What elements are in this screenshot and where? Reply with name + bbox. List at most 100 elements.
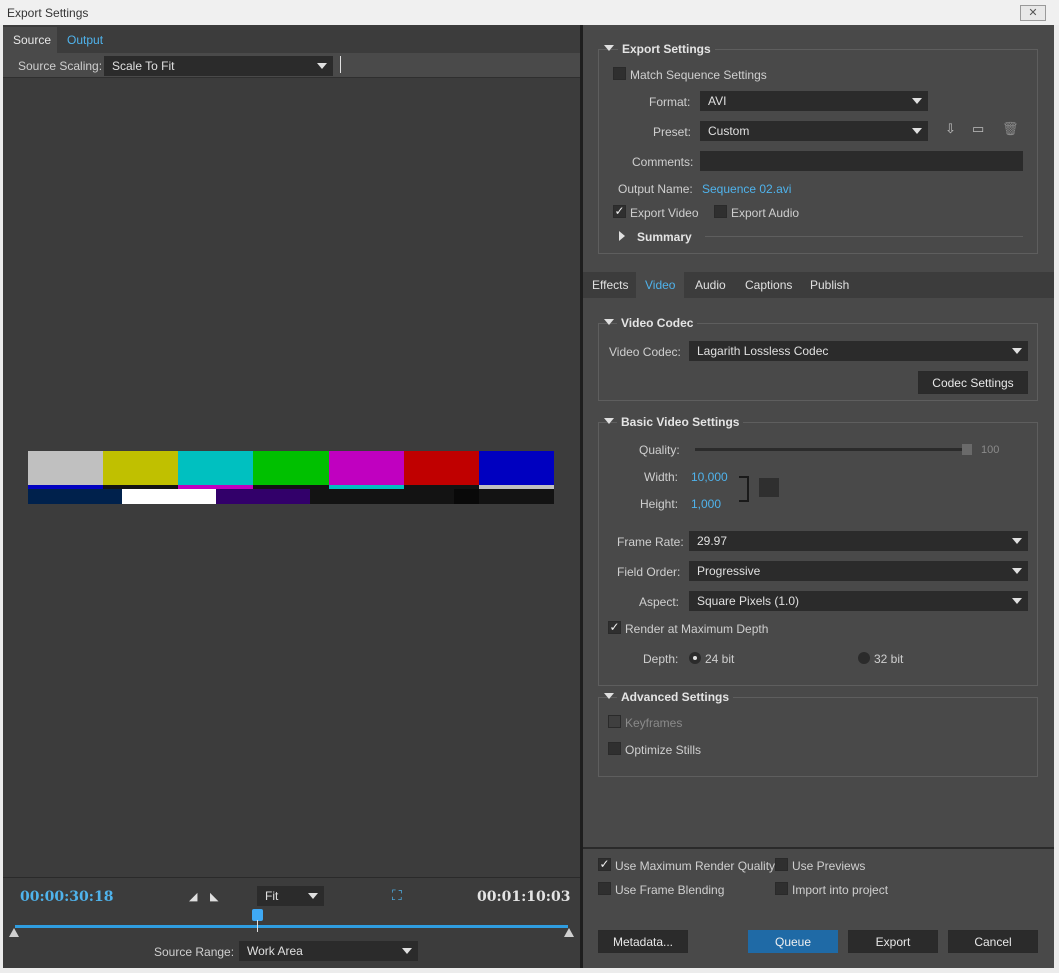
max-render-quality-checkbox[interactable]: ✓ bbox=[598, 858, 611, 871]
frame-blending-label: Use Frame Blending bbox=[615, 883, 725, 897]
depth-24-label: 24 bit bbox=[705, 652, 735, 666]
chain-link-toggle[interactable] bbox=[759, 478, 779, 497]
in-point-marker[interactable] bbox=[9, 928, 19, 937]
chevron-down-icon bbox=[1012, 348, 1022, 354]
timeline-track[interactable] bbox=[15, 925, 568, 928]
codec-settings-button[interactable]: Codec Settings bbox=[918, 371, 1028, 394]
aspect-value: Square Pixels (1.0) bbox=[697, 594, 800, 608]
quality-slider-track[interactable] bbox=[695, 448, 967, 451]
source-scaling-value: Scale To Fit bbox=[112, 59, 175, 73]
zoom-dropdown[interactable]: Fit bbox=[257, 886, 324, 906]
source-scaling-dropdown[interactable]: Scale To Fit bbox=[104, 56, 333, 76]
import-project-label: Import into project bbox=[792, 883, 889, 897]
output-name-label: Output Name: bbox=[618, 182, 693, 196]
export-video-checkbox[interactable]: ✓ bbox=[613, 205, 626, 218]
height-value[interactable]: 1,000 bbox=[691, 497, 721, 511]
collapse-icon[interactable] bbox=[604, 319, 614, 325]
color-bars-image bbox=[28, 451, 554, 504]
tab-captions[interactable]: Captions bbox=[736, 272, 802, 298]
summary-label[interactable]: Summary bbox=[637, 230, 692, 244]
video-codec-dropdown[interactable]: Lagarith Lossless Codec bbox=[689, 341, 1028, 361]
field-order-dropdown[interactable]: Progressive bbox=[689, 561, 1028, 581]
optimize-stills-checkbox[interactable] bbox=[608, 742, 621, 755]
delete-preset-icon[interactable]: 🗑 bbox=[1002, 121, 1019, 137]
chevron-down-icon bbox=[317, 63, 327, 69]
out-point-marker[interactable] bbox=[564, 928, 574, 937]
width-value[interactable]: 10,000 bbox=[691, 470, 728, 484]
comments-label: Comments: bbox=[632, 155, 694, 169]
preset-dropdown[interactable]: Custom bbox=[700, 121, 928, 141]
metadata-button[interactable]: Metadata... bbox=[598, 930, 688, 953]
link-bracket-icon bbox=[739, 476, 749, 502]
depth-24-radio[interactable] bbox=[689, 652, 701, 664]
duration-timecode: 00:01:10:03 bbox=[477, 889, 571, 905]
render-max-depth-checkbox[interactable]: ✓ bbox=[608, 621, 621, 634]
queue-button[interactable]: Queue bbox=[748, 930, 838, 953]
basic-video-title: Basic Video Settings bbox=[617, 415, 744, 429]
aspect-dropdown[interactable]: Square Pixels (1.0) bbox=[689, 591, 1028, 611]
cancel-button[interactable]: Cancel bbox=[948, 930, 1038, 953]
tab-source[interactable]: Source bbox=[3, 27, 62, 53]
import-project-checkbox[interactable] bbox=[775, 882, 788, 895]
depth-32-label: 32 bit bbox=[874, 652, 904, 666]
summary-divider bbox=[705, 236, 1023, 237]
export-settings-title: Export Settings bbox=[618, 42, 715, 56]
title-bar: Export Settings ✕ bbox=[0, 0, 1059, 25]
optimize-stills-label: Optimize Stills bbox=[625, 743, 702, 757]
chevron-down-icon bbox=[1012, 568, 1022, 574]
use-previews-checkbox[interactable] bbox=[775, 858, 788, 871]
keyframes-label: Keyframes bbox=[625, 716, 683, 730]
keyframes-checkbox[interactable] bbox=[608, 715, 621, 728]
export-button[interactable]: Export bbox=[848, 930, 938, 953]
match-sequence-label: Match Sequence Settings bbox=[630, 68, 767, 82]
use-previews-label: Use Previews bbox=[792, 859, 866, 873]
chevron-down-icon bbox=[912, 128, 922, 134]
width-label: Width: bbox=[644, 470, 679, 484]
tab-audio[interactable]: Audio bbox=[686, 272, 735, 298]
advanced-settings-box bbox=[598, 697, 1038, 777]
source-scaling-label: Source Scaling: bbox=[18, 59, 103, 73]
collapse-icon[interactable] bbox=[604, 693, 614, 699]
collapse-icon[interactable] bbox=[604, 45, 614, 51]
quality-slider-thumb[interactable] bbox=[962, 444, 972, 455]
playhead-line bbox=[257, 920, 258, 932]
comments-field[interactable] bbox=[700, 151, 1023, 171]
tab-effects[interactable]: Effects bbox=[583, 272, 638, 298]
tab-publish[interactable]: Publish bbox=[801, 272, 859, 298]
depth-32-radio[interactable] bbox=[858, 652, 870, 664]
export-audio-label: Export Audio bbox=[731, 206, 800, 220]
mark-in-icon[interactable]: ◢ bbox=[189, 890, 197, 903]
max-render-quality-label: Use Maximum Render Quality bbox=[615, 859, 776, 873]
tab-output[interactable]: Output bbox=[57, 27, 114, 53]
format-label: Format: bbox=[649, 95, 691, 109]
height-label: Height: bbox=[640, 497, 679, 511]
close-icon[interactable]: ✕ bbox=[1020, 5, 1046, 21]
source-range-dropdown[interactable]: Work Area bbox=[239, 941, 418, 961]
collapse-icon[interactable] bbox=[604, 418, 614, 424]
mark-out-icon[interactable]: ◣ bbox=[210, 890, 218, 903]
video-codec-value: Lagarith Lossless Codec bbox=[697, 344, 829, 358]
match-sequence-checkbox[interactable] bbox=[613, 67, 626, 80]
basic-video-box bbox=[598, 422, 1038, 686]
expand-icon[interactable] bbox=[619, 231, 625, 241]
current-timecode[interactable]: 00:00:30:18 bbox=[20, 889, 113, 905]
save-preset-icon[interactable]: ⇩ bbox=[945, 121, 956, 137]
preset-label: Preset: bbox=[653, 125, 692, 139]
crop-icon[interactable]: ⛶ bbox=[392, 887, 402, 904]
chevron-down-icon bbox=[1012, 598, 1022, 604]
video-codec-label: Video Codec: bbox=[609, 345, 681, 359]
output-name-link[interactable]: Sequence 02.avi bbox=[702, 182, 791, 196]
depth-label: Depth: bbox=[643, 652, 679, 666]
transport-bar: 00:00:30:18 ◢ ◣ Fit ⛶ 00:01:10:03 Source… bbox=[3, 877, 580, 968]
frame-rate-dropdown[interactable]: 29.97 bbox=[689, 531, 1028, 551]
advanced-settings-title: Advanced Settings bbox=[617, 690, 734, 704]
chevron-down-icon bbox=[402, 948, 412, 954]
chevron-down-icon bbox=[308, 893, 318, 899]
tab-video[interactable]: Video bbox=[636, 272, 685, 298]
settings-tabs: Effects Video Audio Captions Publish bbox=[583, 272, 1054, 298]
import-preset-icon[interactable]: ▭ bbox=[972, 121, 984, 137]
export-audio-checkbox[interactable] bbox=[714, 205, 727, 218]
aspect-label: Aspect: bbox=[639, 595, 680, 609]
frame-blending-checkbox[interactable] bbox=[598, 882, 611, 895]
format-dropdown[interactable]: AVI bbox=[700, 91, 928, 111]
